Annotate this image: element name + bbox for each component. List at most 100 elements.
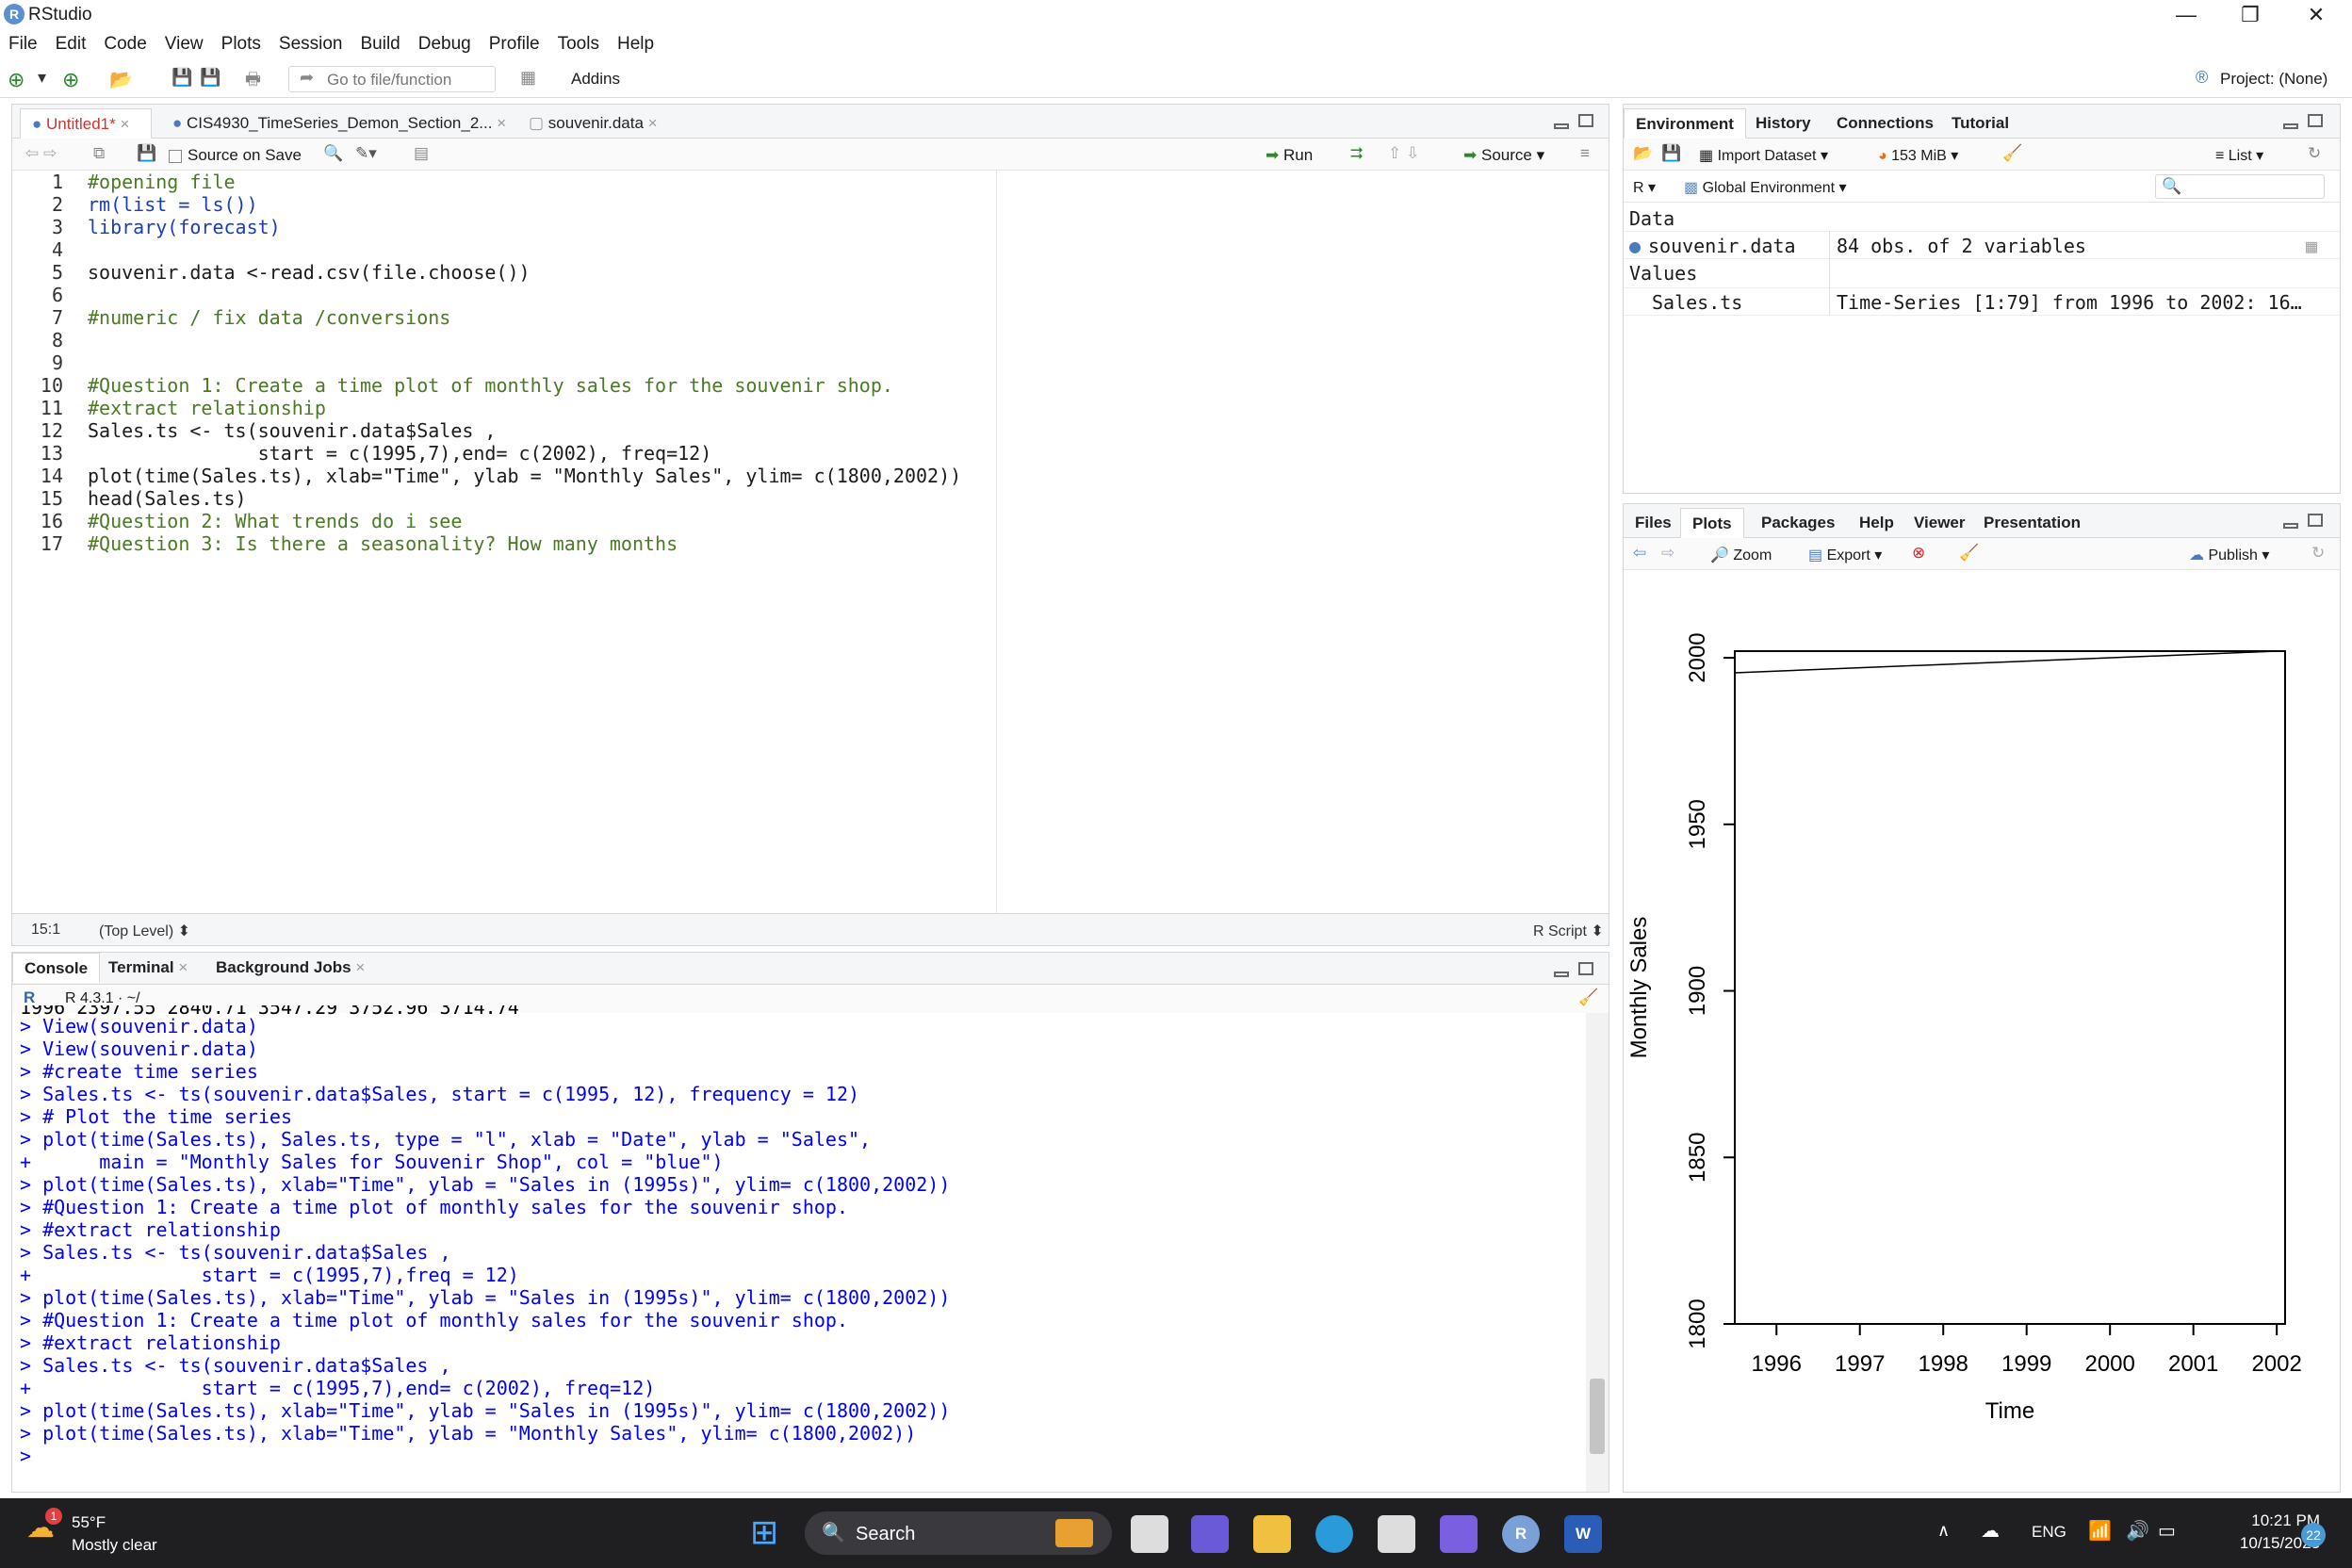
env-row-souvenir-data[interactable]: ● souvenir.data 84 obs. of 2 variables ▦	[1624, 231, 2340, 259]
tab-cis4930[interactable]: ● CIS4930_TimeSeries_Demon_Section_2... …	[161, 108, 512, 139]
next-plot-icon[interactable]: ⇨	[1661, 544, 1674, 563]
menu-tools[interactable]: Tools	[549, 30, 609, 55]
code-line[interactable]: #opening file	[88, 171, 961, 193]
rstudio-taskbar-icon[interactable]: R	[1502, 1515, 1540, 1553]
code-line[interactable]: plot(time(Sales.ts), xlab="Time", ylab =…	[88, 465, 961, 487]
code-line[interactable]: #extract relationship	[88, 397, 961, 419]
tab-tutorial[interactable]: Tutorial	[1940, 108, 2020, 139]
code-line[interactable]: #Question 3: Is there a seasonality? How…	[88, 532, 961, 555]
menu-help[interactable]: Help	[609, 30, 663, 55]
onedrive-icon[interactable]: ☁	[1981, 1519, 2000, 1543]
up-icon[interactable]: ⇧ ⇩	[1388, 144, 1419, 163]
code-area[interactable]: #opening file rm(list = ls()) library(fore…	[88, 171, 961, 555]
code-tools-icon[interactable]: ✎▾	[355, 144, 377, 163]
open-file-icon[interactable]: 📂	[109, 68, 133, 91]
tab-console[interactable]: Console	[12, 953, 101, 983]
volume-icon[interactable]: 🔊	[2126, 1519, 2149, 1543]
memory-usage[interactable]: ◕ 153 MiB ▾	[1878, 146, 1958, 165]
print-icon[interactable]: 🖶	[245, 68, 261, 96]
code-line[interactable]: Sales.ts <- ts(souvenir.data$Sales ,	[88, 419, 961, 442]
menu-build[interactable]: Build	[352, 30, 410, 55]
teams-icon[interactable]	[1191, 1515, 1229, 1553]
tab-viewer[interactable]: Viewer	[1903, 508, 1977, 538]
view-data-icon[interactable]: ▦	[2306, 235, 2317, 257]
code-line[interactable]: library(forecast)	[88, 216, 961, 238]
show-in-window-icon[interactable]: ⧉	[93, 144, 105, 163]
maximize-pane-icon[interactable]	[1578, 114, 1593, 127]
console-scroll-thumb[interactable]	[1590, 1379, 1605, 1454]
outline-icon[interactable]: ▤	[414, 144, 429, 163]
tab-history[interactable]: History	[1744, 108, 1822, 139]
goto-file-input[interactable]: Go to file/function	[288, 66, 496, 92]
import-dataset-button[interactable]: ▦ Import Dataset ▾	[1699, 146, 1828, 165]
code-line[interactable]: #Question 2: What trends do i see	[88, 510, 961, 532]
store-icon[interactable]	[1378, 1515, 1415, 1553]
tab-presentation[interactable]: Presentation	[1972, 508, 2092, 538]
weather-temp[interactable]: 55°F	[72, 1513, 106, 1532]
code-line[interactable]: #numeric / fix data /conversions	[88, 306, 961, 329]
tab-untitled1[interactable]: ● Untitled1* ×	[20, 108, 152, 139]
tab-background-jobs[interactable]: Background Jobs ×	[204, 953, 376, 983]
export-button[interactable]: ▤ Export ▾	[1808, 546, 1882, 564]
save-workspace-icon[interactable]: 💾	[1661, 144, 1681, 163]
save-all-icon[interactable]: 💾	[200, 68, 220, 88]
word-icon[interactable]: W	[1564, 1515, 1602, 1553]
global-env-selector[interactable]: ▩ Global Environment ▾	[1684, 178, 1847, 197]
console-maximize-icon[interactable]	[1578, 962, 1593, 975]
new-project-icon[interactable]: ⊕	[62, 68, 79, 92]
code-line[interactable]: head(Sales.ts)	[88, 487, 961, 510]
rerun-icon[interactable]: ⮆	[1350, 144, 1364, 163]
expand-icon[interactable]: ●	[1629, 235, 1641, 257]
publish-button[interactable]: ☁ Publish ▾	[2189, 546, 2269, 564]
restore-button[interactable]: ❐	[2218, 0, 2282, 30]
env-search-input[interactable]: 🔍	[2155, 174, 2325, 199]
console-scrollbar[interactable]	[1586, 1013, 1609, 1492]
task-view-icon[interactable]	[1131, 1515, 1168, 1553]
source-on-save-checkbox[interactable]: Source on Save	[169, 146, 302, 165]
code-line[interactable]	[88, 329, 961, 351]
tab-packages[interactable]: Packages	[1750, 508, 1846, 538]
source-button[interactable]: ➡ Source ▾	[1463, 146, 1544, 165]
copilot-icon[interactable]	[1440, 1515, 1478, 1553]
menu-session[interactable]: Session	[270, 30, 352, 55]
menu-debug[interactable]: Debug	[410, 30, 481, 55]
env-row-sales-ts[interactable]: Sales.ts Time-Series [1:79] from 1996 to…	[1624, 287, 2340, 316]
input-language[interactable]: ENG	[2032, 1523, 2066, 1542]
taskbar-search[interactable]: 🔍 Search	[805, 1511, 1112, 1555]
editor-save-icon[interactable]: 💾	[137, 144, 156, 163]
menu-plots[interactable]: Plots	[213, 30, 270, 55]
clear-plots-icon[interactable]: 🧹	[1959, 544, 1979, 563]
menu-file[interactable]: File	[0, 30, 47, 55]
menu-code[interactable]: Code	[95, 30, 155, 55]
plots-maximize-icon[interactable]	[2308, 514, 2323, 527]
tab-connections[interactable]: Connections	[1825, 108, 1945, 139]
addins-menu[interactable]: Addins	[571, 70, 620, 89]
notification-badge[interactable]: 22	[2301, 1523, 2326, 1547]
load-workspace-icon[interactable]: 📂	[1633, 144, 1653, 163]
zoom-button[interactable]: 🔎 Zoom	[1710, 546, 1772, 564]
minimize-pane-icon[interactable]	[1554, 123, 1569, 129]
doc-outline-icon[interactable]: ≡	[1580, 144, 1590, 163]
file-explorer-icon[interactable]	[1253, 1515, 1291, 1553]
show-hidden-icons[interactable]: ∧	[1937, 1521, 1950, 1541]
refresh-plot-icon[interactable]: ↻	[2311, 544, 2325, 563]
tab-terminal[interactable]: Terminal ×	[97, 953, 199, 983]
battery-icon[interactable]: ▭	[2158, 1519, 2176, 1543]
menu-profile[interactable]: Profile	[481, 30, 549, 55]
start-icon[interactable]: ⊞	[750, 1515, 778, 1549]
tab-souvenir-data[interactable]: ▢ souvenir.data ×	[517, 108, 678, 139]
tab-plots[interactable]: Plots	[1680, 508, 1744, 538]
env-maximize-icon[interactable]	[2308, 114, 2323, 127]
refresh-env-icon[interactable]: ↻	[2308, 144, 2321, 163]
console-minimize-icon[interactable]	[1554, 972, 1569, 977]
clear-console-icon[interactable]: 🧹	[1578, 988, 1598, 1007]
scope-selector[interactable]: (Top Level) ⬍	[99, 922, 190, 940]
file-type-selector[interactable]: R Script ⬍	[1533, 922, 1604, 940]
run-button[interactable]: ➡ Run	[1266, 146, 1313, 165]
code-line[interactable]: start = c(1995,7),end= c(2002), freq=12)	[88, 442, 961, 465]
menu-view[interactable]: View	[156, 30, 213, 55]
list-view-menu[interactable]: ≡ List ▾	[2215, 146, 2263, 165]
tab-files[interactable]: Files	[1624, 508, 1683, 538]
weather-desc[interactable]: Mostly clear	[72, 1536, 157, 1555]
code-line[interactable]: souvenir.data <-read.csv(file.choose())	[88, 261, 961, 284]
